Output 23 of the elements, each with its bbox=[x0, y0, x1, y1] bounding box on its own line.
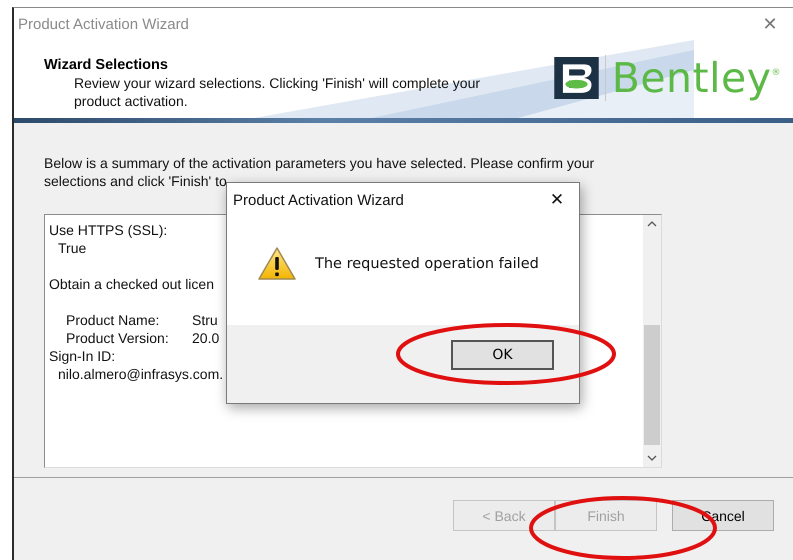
field-value: Stru bbox=[192, 311, 218, 329]
scroll-up-icon[interactable] bbox=[647, 221, 657, 227]
scroll-down-icon[interactable] bbox=[647, 455, 657, 461]
field-value: 20.0 bbox=[192, 329, 220, 347]
scrollbar[interactable] bbox=[643, 215, 661, 467]
scroll-thumb[interactable] bbox=[644, 325, 660, 445]
dialog-title: Product Activation Wizard bbox=[233, 192, 404, 208]
page-title: Wizard Selections bbox=[44, 57, 169, 73]
close-button[interactable]: ✕ bbox=[747, 8, 793, 40]
summary-value: nilo.almero@infrasys.com. bbox=[58, 365, 224, 383]
field-label: Product Version: bbox=[66, 329, 170, 347]
dialog-message: The requested operation failed bbox=[315, 256, 539, 272]
logo-text: Bentley$^{®}$ bbox=[612, 54, 781, 102]
window-title: Product Activation Wizard bbox=[18, 16, 189, 32]
ok-button[interactable]: OK bbox=[451, 340, 554, 370]
warning-icon bbox=[257, 246, 297, 282]
summary-label: Sign-In ID: bbox=[49, 347, 116, 365]
field-label: Product Name: bbox=[66, 311, 160, 329]
summary-label: Use HTTPS (SSL): bbox=[49, 221, 168, 239]
page-subtitle: Review your wizard selections. Clicking 'Finish' will complete your product activation. bbox=[73, 74, 482, 110]
summary-label: Obtain a checked out licen bbox=[49, 275, 214, 293]
logo-icon bbox=[554, 57, 599, 99]
summary-value: True bbox=[58, 239, 86, 257]
